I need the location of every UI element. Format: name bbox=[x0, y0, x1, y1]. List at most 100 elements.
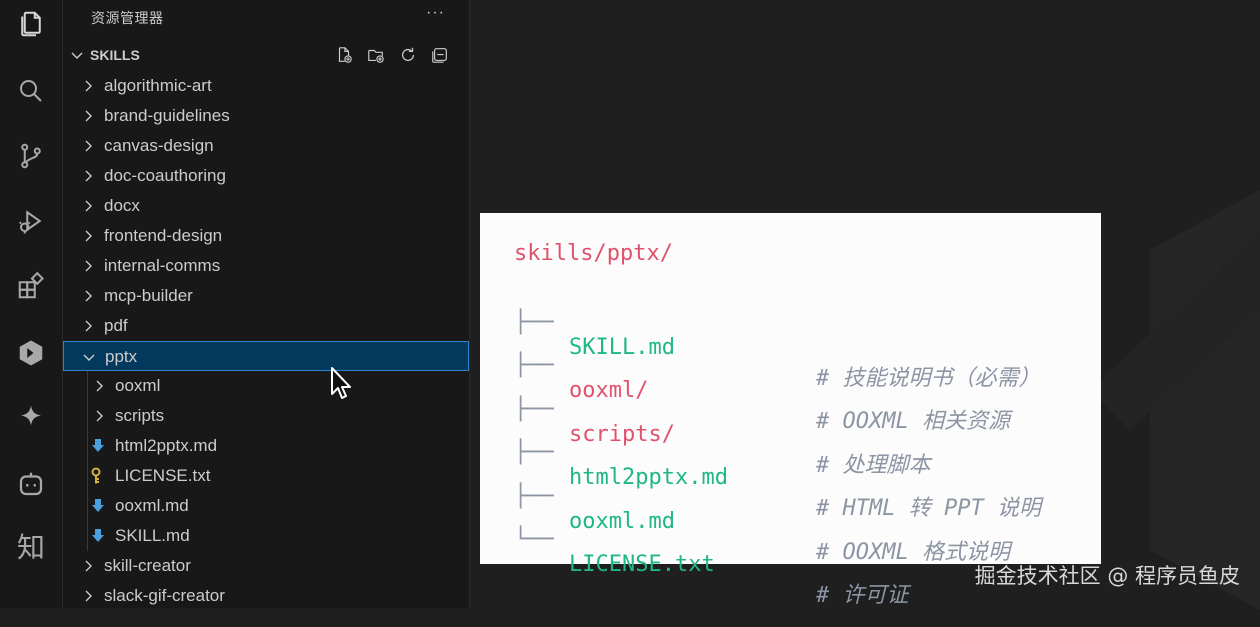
activity-bar: 知 bbox=[0, 0, 63, 608]
mouse-cursor-icon bbox=[331, 367, 351, 399]
assistant-icon[interactable] bbox=[13, 466, 49, 502]
tree-item-html2pptx-md[interactable]: html2pptx.md bbox=[63, 431, 469, 461]
tree-item-scripts[interactable]: scripts bbox=[63, 401, 469, 431]
tree-item-frontend-design[interactable]: frontend-design bbox=[63, 221, 469, 251]
new-folder-button[interactable] bbox=[365, 44, 387, 66]
tree-item-pptx[interactable]: pptx bbox=[63, 341, 469, 371]
tree-item-label: scripts bbox=[115, 406, 165, 425]
explorer-icon[interactable] bbox=[13, 6, 49, 42]
chevron-right-icon bbox=[85, 260, 92, 272]
code-comment: # 处理脚本 bbox=[816, 453, 931, 478]
tree-item-label: mcp-builder bbox=[104, 286, 193, 305]
code-file-name: ooxml.md bbox=[569, 509, 675, 534]
chevron-right-icon bbox=[85, 290, 92, 302]
vscode-watermark-icon bbox=[1090, 190, 1260, 610]
more-actions-button[interactable]: ··· bbox=[426, 4, 445, 22]
new-folder-icon bbox=[368, 49, 384, 63]
code-file-name: html2pptx.md bbox=[569, 465, 728, 490]
tree-item-license-txt[interactable]: LICENSE.txt bbox=[63, 461, 469, 491]
chevron-right-icon bbox=[85, 200, 92, 212]
tree-item-label: internal-comms bbox=[104, 256, 221, 275]
code-line: ├── html2pptx.md # HTML 转 PPT 说明 bbox=[514, 415, 1041, 521]
tree-item-doc-coauthoring[interactable]: doc-coauthoring bbox=[63, 161, 469, 191]
chevron-down-icon bbox=[83, 354, 95, 361]
section-toolbar bbox=[333, 44, 451, 66]
search-icon[interactable] bbox=[13, 73, 49, 109]
license-key-icon bbox=[91, 467, 101, 484]
code-comment: # 许可证 bbox=[816, 583, 909, 608]
chevron-right-icon bbox=[85, 230, 92, 242]
tree-item-label: ooxml bbox=[115, 376, 161, 395]
chevron-right-icon bbox=[85, 140, 92, 152]
tree-item-brand-guidelines[interactable]: brand-guidelines bbox=[63, 101, 469, 131]
tree-item-label: doc-coauthoring bbox=[104, 166, 226, 185]
run-debug-icon[interactable] bbox=[13, 203, 49, 239]
tree-item-label: pdf bbox=[104, 316, 128, 335]
new-file-icon bbox=[338, 47, 352, 63]
watermark-credit: 掘金技术社区 @ 程序员鱼皮 bbox=[974, 564, 1240, 588]
markdown-file-icon bbox=[92, 529, 104, 542]
code-line: ├── scripts/ # 处理脚本 bbox=[514, 372, 931, 478]
explorer-title: 资源管理器 bbox=[91, 10, 164, 26]
tree-item-pdf[interactable]: pdf bbox=[63, 311, 469, 341]
code-line: ├── ooxml/ # OOXML 相关资源 bbox=[514, 328, 1010, 434]
tree-item-label: LICENSE.txt bbox=[115, 466, 211, 485]
directory-structure-card: skills/pptx/ ├── SKILL.md # 技能说明书（必需） ├─… bbox=[480, 213, 1101, 608]
tree-item-docx[interactable]: docx bbox=[63, 191, 469, 221]
skills-section-header[interactable]: SKILLS bbox=[63, 44, 469, 68]
copilot-icon[interactable] bbox=[13, 400, 49, 436]
code-line: ├── SKILL.md # 技能说明书（必需） bbox=[514, 285, 1041, 391]
collapse-all-icon bbox=[432, 48, 447, 63]
code-root-path: skills/pptx/ bbox=[514, 241, 673, 266]
chevron-down-icon bbox=[71, 52, 83, 59]
tree-item-label: algorithmic-art bbox=[104, 76, 212, 95]
tree-item-canvas-design[interactable]: canvas-design bbox=[63, 131, 469, 161]
code-comment: # OOXML 相关资源 bbox=[816, 409, 1010, 434]
gitlens-icon[interactable] bbox=[13, 335, 49, 371]
tree-item-ooxml-md[interactable]: ooxml.md bbox=[63, 491, 469, 521]
chevron-right-icon bbox=[85, 80, 92, 92]
code-file-name: LICENSE.txt bbox=[569, 552, 715, 577]
tree-item-label: skill-creator bbox=[104, 556, 191, 575]
tree-item-label: brand-guidelines bbox=[104, 106, 230, 125]
section-title: SKILLS bbox=[90, 47, 140, 63]
chevron-right-icon bbox=[85, 170, 92, 182]
refresh-button[interactable] bbox=[397, 44, 419, 66]
chevron-right-icon bbox=[85, 320, 92, 332]
chevron-right-icon bbox=[85, 110, 92, 122]
chevron-right-icon bbox=[96, 380, 103, 392]
zhihu-icon[interactable]: 知 bbox=[13, 530, 49, 566]
chevron-right-icon bbox=[85, 560, 92, 572]
tree-item-internal-comms[interactable]: internal-comms bbox=[63, 251, 469, 281]
code-folder-name: scripts/ bbox=[569, 422, 675, 447]
tree-item-label: pptx bbox=[105, 347, 138, 366]
tree-item-label: SKILL.md bbox=[115, 526, 190, 545]
markdown-file-icon bbox=[92, 439, 104, 452]
new-file-button[interactable] bbox=[333, 44, 355, 66]
tree-item-mcp-builder[interactable]: mcp-builder bbox=[63, 281, 469, 311]
tree-item-ooxml[interactable]: ooxml bbox=[63, 371, 469, 401]
code-line: ├── ooxml.md # OOXML 格式说明 bbox=[514, 459, 1010, 565]
code-file-name: SKILL.md bbox=[569, 335, 675, 360]
tree-item-label: canvas-design bbox=[104, 136, 214, 155]
code-line: └── LICENSE.txt # 许可证 bbox=[514, 502, 909, 608]
tree-item-label: slack-gif-creator bbox=[104, 586, 225, 605]
tree-item-skill-creator[interactable]: skill-creator bbox=[63, 551, 469, 581]
tree-item-skill-md[interactable]: SKILL.md bbox=[63, 521, 469, 551]
refresh-icon bbox=[401, 47, 415, 61]
extensions-icon[interactable] bbox=[13, 268, 49, 304]
collapse-all-button[interactable] bbox=[429, 44, 451, 66]
tree-branch: └── bbox=[514, 527, 554, 552]
tree-item-label: frontend-design bbox=[104, 226, 223, 245]
chevron-right-icon bbox=[96, 410, 103, 422]
code-comment: # 技能说明书（必需） bbox=[816, 366, 1041, 391]
markdown-file-icon bbox=[92, 499, 104, 512]
explorer-sidebar: 资源管理器 ··· SKILLS algorithmic-art brand-g… bbox=[63, 0, 470, 608]
source-control-icon[interactable] bbox=[13, 138, 49, 174]
chevron-right-icon bbox=[85, 590, 92, 602]
code-comment: # HTML 转 PPT 说明 bbox=[816, 496, 1041, 521]
tree-item-label: html2pptx.md bbox=[115, 436, 218, 455]
tree-item-algorithmic-art[interactable]: algorithmic-art bbox=[63, 71, 469, 101]
tree-item-slack-gif-creator[interactable]: slack-gif-creator bbox=[63, 581, 469, 611]
tree-item-label: docx bbox=[104, 196, 140, 215]
